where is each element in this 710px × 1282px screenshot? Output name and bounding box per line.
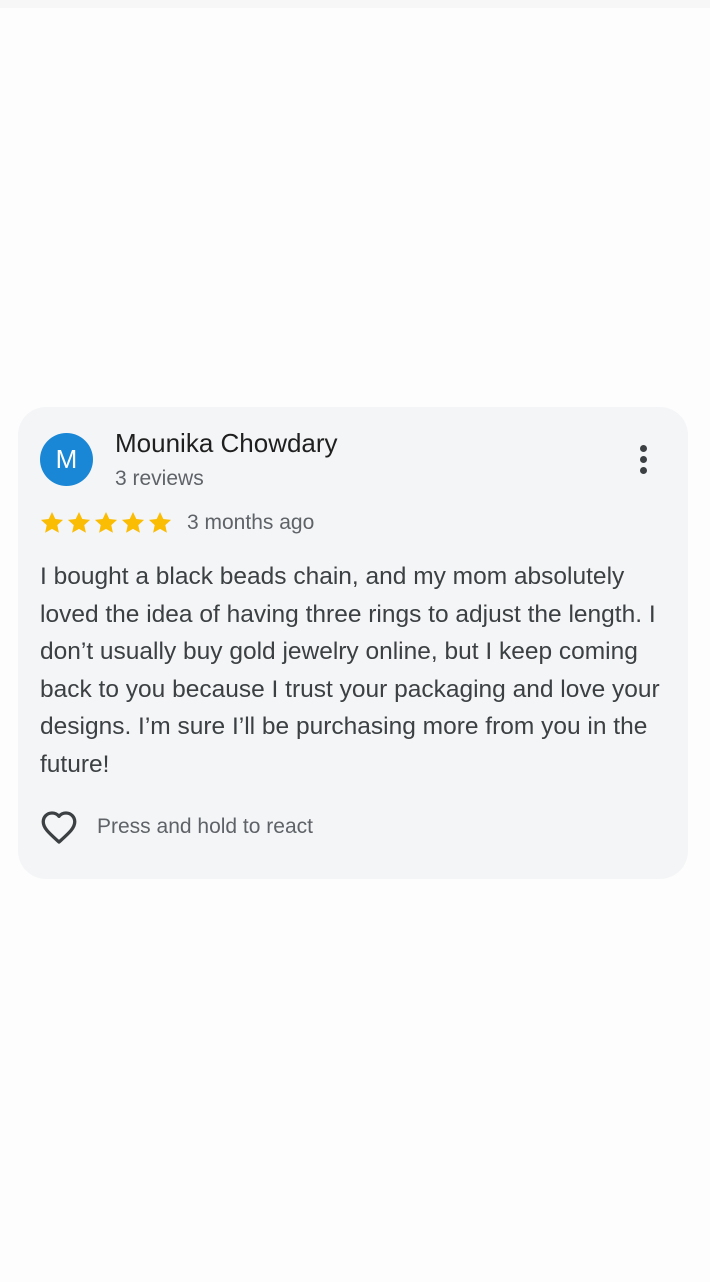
star-icon xyxy=(121,511,145,533)
rating-row: 3 months ago xyxy=(39,508,314,538)
react-button[interactable]: Press and hold to react xyxy=(38,805,313,849)
avatar[interactable]: M xyxy=(40,433,93,486)
more-options-button[interactable] xyxy=(626,437,660,481)
star-icon xyxy=(67,511,91,533)
review-text: I bought a black beads chain, and my mom… xyxy=(40,563,660,778)
more-vert-icon-dot xyxy=(639,466,647,474)
star-rating xyxy=(39,510,173,536)
star-icon xyxy=(94,511,118,533)
star-icon xyxy=(40,511,64,533)
more-vert-icon xyxy=(639,444,647,452)
review-timestamp: 3 months ago xyxy=(187,511,315,534)
status-bar-strip xyxy=(0,0,710,8)
react-label: Press and hold to react xyxy=(97,815,313,838)
review-count[interactable]: 3 reviews xyxy=(115,467,204,491)
heart-outline-icon xyxy=(41,811,77,844)
reviewer-name[interactable]: Mounika Chowdary xyxy=(115,428,338,459)
star-icon xyxy=(148,511,172,533)
review-card: M Mounika Chowdary 3 reviews 3 months ag… xyxy=(18,407,688,879)
more-vert-icon-dot xyxy=(639,455,647,463)
